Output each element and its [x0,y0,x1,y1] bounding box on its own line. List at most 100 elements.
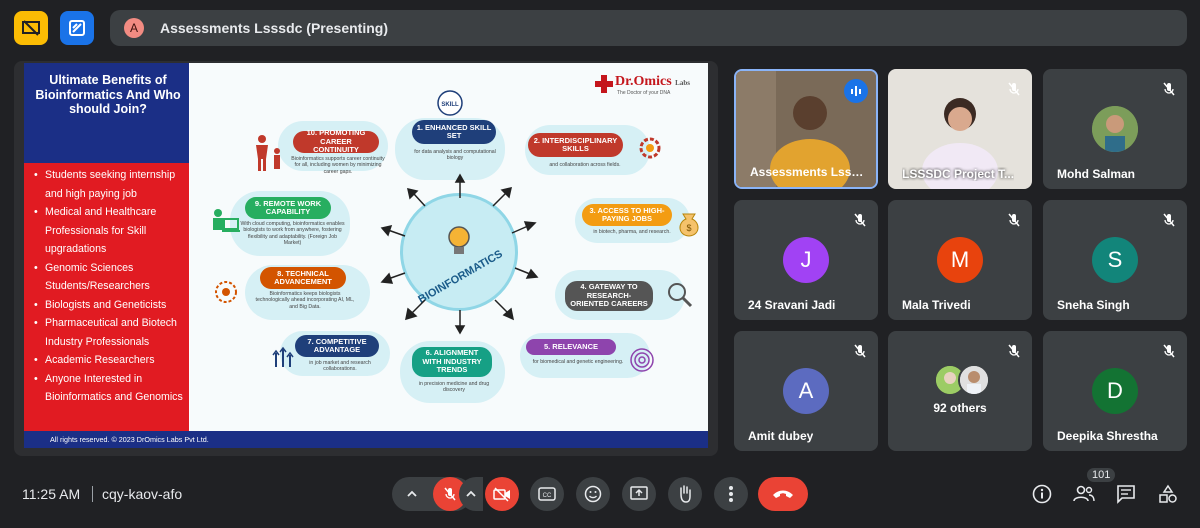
benefit-9-label: 9. REMOTE WORK CAPABILITY [245,197,331,219]
avatar: A [783,368,829,414]
chat-button[interactable] [1112,480,1140,508]
leave-call-button[interactable] [758,477,808,511]
emoji-icon [584,485,602,503]
participant-tile[interactable]: M Mala Trivedi [888,200,1032,320]
benefit-7-desc: in job market and research collaboration… [309,360,371,373]
presenting-title: Assessments Lsssdc (Presenting) [160,20,388,36]
presentation-off-button[interactable] [14,11,48,45]
participant-tile[interactable]: S Sneha Singh [1043,200,1187,320]
present-screen-icon [630,486,648,500]
people-button[interactable] [1070,480,1098,508]
benefit-1-desc: for data analysis and computational biol… [414,149,496,162]
mic-off-icon [1163,213,1175,227]
hang-up-icon [773,490,793,498]
info-icon [1032,484,1052,504]
captions-button[interactable]: CC [530,477,564,511]
profile-photo [960,366,988,394]
avatar [958,364,990,396]
shapes-icon [1159,484,1177,503]
benefit-8-label: 8. TECHNICAL ADVANCEMENT [260,267,346,289]
others-count: 92 others [933,401,987,415]
benefit-7-label: 7. COMPETITIVE ADVANTAGE [295,335,379,357]
avatar: J [783,237,829,283]
logo-tagline: The Doctor of your DNA [617,90,671,96]
money-bag-icon: $ [679,213,699,237]
mic-off-icon [854,344,866,358]
camera-off-icon [493,487,510,502]
participant-tile[interactable]: D Deepika Shrestha [1043,331,1187,451]
avatar [1092,106,1138,152]
avatar: S [1092,237,1138,283]
benefit-2-label: 2. INTERDISCIPLINARY SKILLS [528,133,623,157]
present-button[interactable] [622,477,656,511]
benefit-6-desc: in precision medicine and drug discovery [418,381,490,394]
mic-off-icon [1008,344,1020,358]
meeting-code: cqy-kaov-afo [102,486,183,502]
chat-icon [1117,485,1135,504]
benefit-5-label: 5. RELEVANCE [526,339,616,355]
audio-level-icon [851,86,861,96]
camera-toggle-button[interactable] [485,477,519,511]
benefit-10-label: 10. PROMOTING CAREER CONTINUITY [293,129,379,154]
participant-tile[interactable]: Mohd Salman [1043,69,1187,189]
speaking-indicator [844,79,868,103]
mic-off-icon [1008,82,1020,96]
participant-tile[interactable]: LSSSDC Project T... [888,69,1032,189]
audience-item: Academic Researchers [32,351,187,370]
mic-off-icon [444,487,456,501]
participant-name: Mala Trivedi [902,298,971,312]
participant-tile[interactable]: A Amit dubey [734,331,878,451]
presenter-avatar: A [124,18,144,38]
audio-settings-button[interactable] [397,488,427,500]
audience-item: Students seeking internship and high pay… [32,166,187,203]
fingerprint-icon [630,348,654,372]
mic-off-icon [1163,82,1175,96]
benefit-8-desc: Bioinformatics keeps biologists technolo… [255,291,355,310]
more-vert-icon [729,486,733,502]
avatar: M [937,237,983,283]
people-icon [1073,485,1095,502]
gear-idea-icon [639,137,661,159]
participant-tile[interactable]: Assessments Lsss... [734,69,878,189]
activities-panel-button[interactable] [1154,480,1182,508]
benefit-1-label: 1. ENHANCED SKILL SET [412,120,496,144]
participant-name: Mohd Salman [1057,167,1136,181]
audience-item: Anyone Interested in Bioinformatics and … [32,370,187,407]
meeting-details-button[interactable] [1028,480,1056,508]
others-tile[interactable]: 92 others [888,331,1032,451]
benefit-3-desc: in biotech, pharma, and research. [593,229,671,235]
activities-button[interactable] [60,11,94,45]
raise-hand-button[interactable] [668,477,702,511]
edit-board-icon [69,20,85,36]
skill-badge-icon: SKILL [437,90,463,116]
benefit-5-desc: for biomedical and genetic engineering. [532,359,624,365]
meeting-clock: 11:25 AM [22,486,81,502]
camera-control-group [458,477,520,511]
slide-footer: All rights reserved. © 2023 DrOmics Labs… [24,431,708,448]
video-settings-button[interactable] [459,477,483,511]
participant-name: 24 Sravani Jadi [748,298,836,312]
more-options-button[interactable] [714,477,748,511]
dromics-logo: Dr.Omics Labs The Doctor of your DNA [595,73,695,99]
reactions-button[interactable] [576,477,610,511]
shared-slide: Ultimate Benefits of Bioinformatics And … [24,63,708,448]
tech-brain-icon [215,281,237,303]
divider [92,486,93,502]
participant-tile[interactable]: J 24 Sravani Jadi [734,200,878,320]
top-bar: A Assessments Lsssdc (Presenting) [0,0,1200,56]
audience-item: Biologists and Geneticists [32,296,187,315]
benefit-6-label: 6. ALIGNMENT WITH INDUSTRY TRENDS [412,347,492,377]
captions-icon: CC [538,487,556,501]
benefit-9-desc: With cloud computing, bioinformatics ena… [240,221,345,247]
profile-photo [1092,106,1138,152]
chevron-up-icon [466,490,476,497]
present-off-icon [22,20,40,36]
hub-arrows [380,173,539,335]
research-magnifier-icon [668,283,693,308]
audience-item: Genomic Sciences Students/Researchers [32,259,187,296]
audience-item: Pharmaceutical and Biotech Industry Prof… [32,314,187,351]
hand-icon [680,485,691,503]
participant-name: Sneha Singh [1057,298,1130,312]
mother-child-icon [256,135,280,171]
svg-text:CC: CC [543,493,552,499]
